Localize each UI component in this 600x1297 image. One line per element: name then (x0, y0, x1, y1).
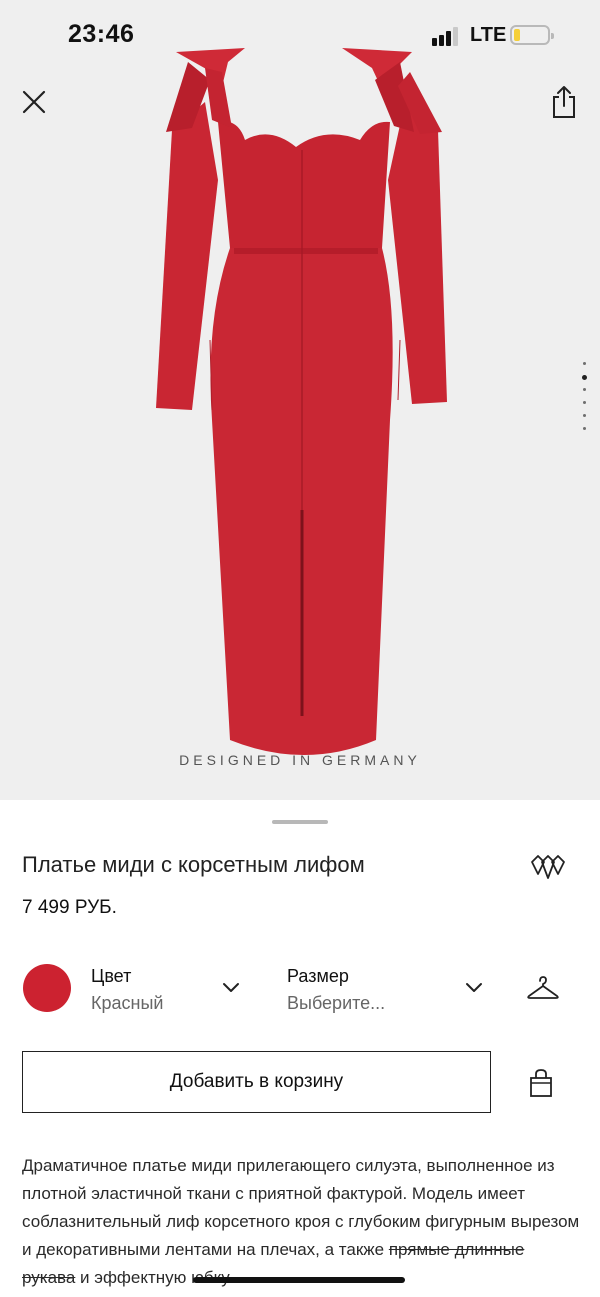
hanger-icon (527, 976, 559, 999)
image-pager[interactable] (580, 362, 590, 440)
color-value[interactable]: Красный (91, 993, 163, 1014)
color-label: Цвет (91, 966, 132, 986)
shopping-bag-icon (530, 1069, 552, 1097)
share-icon (553, 86, 575, 118)
color-dropdown-button[interactable] (219, 976, 243, 1000)
product-title: Платье миди с корсетным лифом (22, 852, 365, 877)
home-indicator[interactable] (193, 1277, 405, 1283)
size-guide-button[interactable] (524, 970, 562, 1006)
color-swatch[interactable] (23, 964, 71, 1012)
pager-dot[interactable] (583, 414, 586, 417)
close-icon (22, 90, 46, 114)
pager-dot[interactable] (583, 388, 586, 391)
size-value[interactable]: Выберите... (287, 993, 385, 1014)
product-price: 7 499 РУБ. (22, 897, 117, 918)
pager-dot[interactable] (583, 362, 586, 365)
shopping-bag-button[interactable] (522, 1064, 560, 1102)
product-image-dress (156, 48, 447, 755)
pager-dot-active[interactable] (582, 375, 587, 380)
size-dropdown-button[interactable] (462, 976, 486, 1000)
pager-dot[interactable] (583, 401, 586, 404)
chevron-down-icon (223, 983, 239, 992)
sheet-drag-handle[interactable] (272, 820, 328, 824)
close-button[interactable] (14, 82, 54, 122)
product-gallery[interactable]: 23:46 LTE DESIGNED IN GERMANY (0, 0, 600, 800)
wishlist-hearts-icon (531, 855, 565, 879)
image-caption: DESIGNED IN GERMANY (179, 752, 421, 768)
product-description: Драматичное платье миди прилегающего сил… (22, 1152, 582, 1292)
pager-dot[interactable] (583, 427, 586, 430)
battery-icon (510, 25, 554, 45)
product-info-sheet: Платье миди с корсетным лифом 7 499 РУБ.… (0, 800, 600, 1297)
share-button[interactable] (544, 82, 584, 122)
size-label: Размер (287, 966, 349, 986)
chevron-down-icon (466, 983, 482, 992)
status-time: 23:46 (68, 20, 135, 48)
network-label: LTE (470, 24, 507, 46)
add-to-cart-button[interactable]: Добавить в корзину (22, 1051, 491, 1113)
wishlist-button[interactable] (528, 850, 568, 886)
